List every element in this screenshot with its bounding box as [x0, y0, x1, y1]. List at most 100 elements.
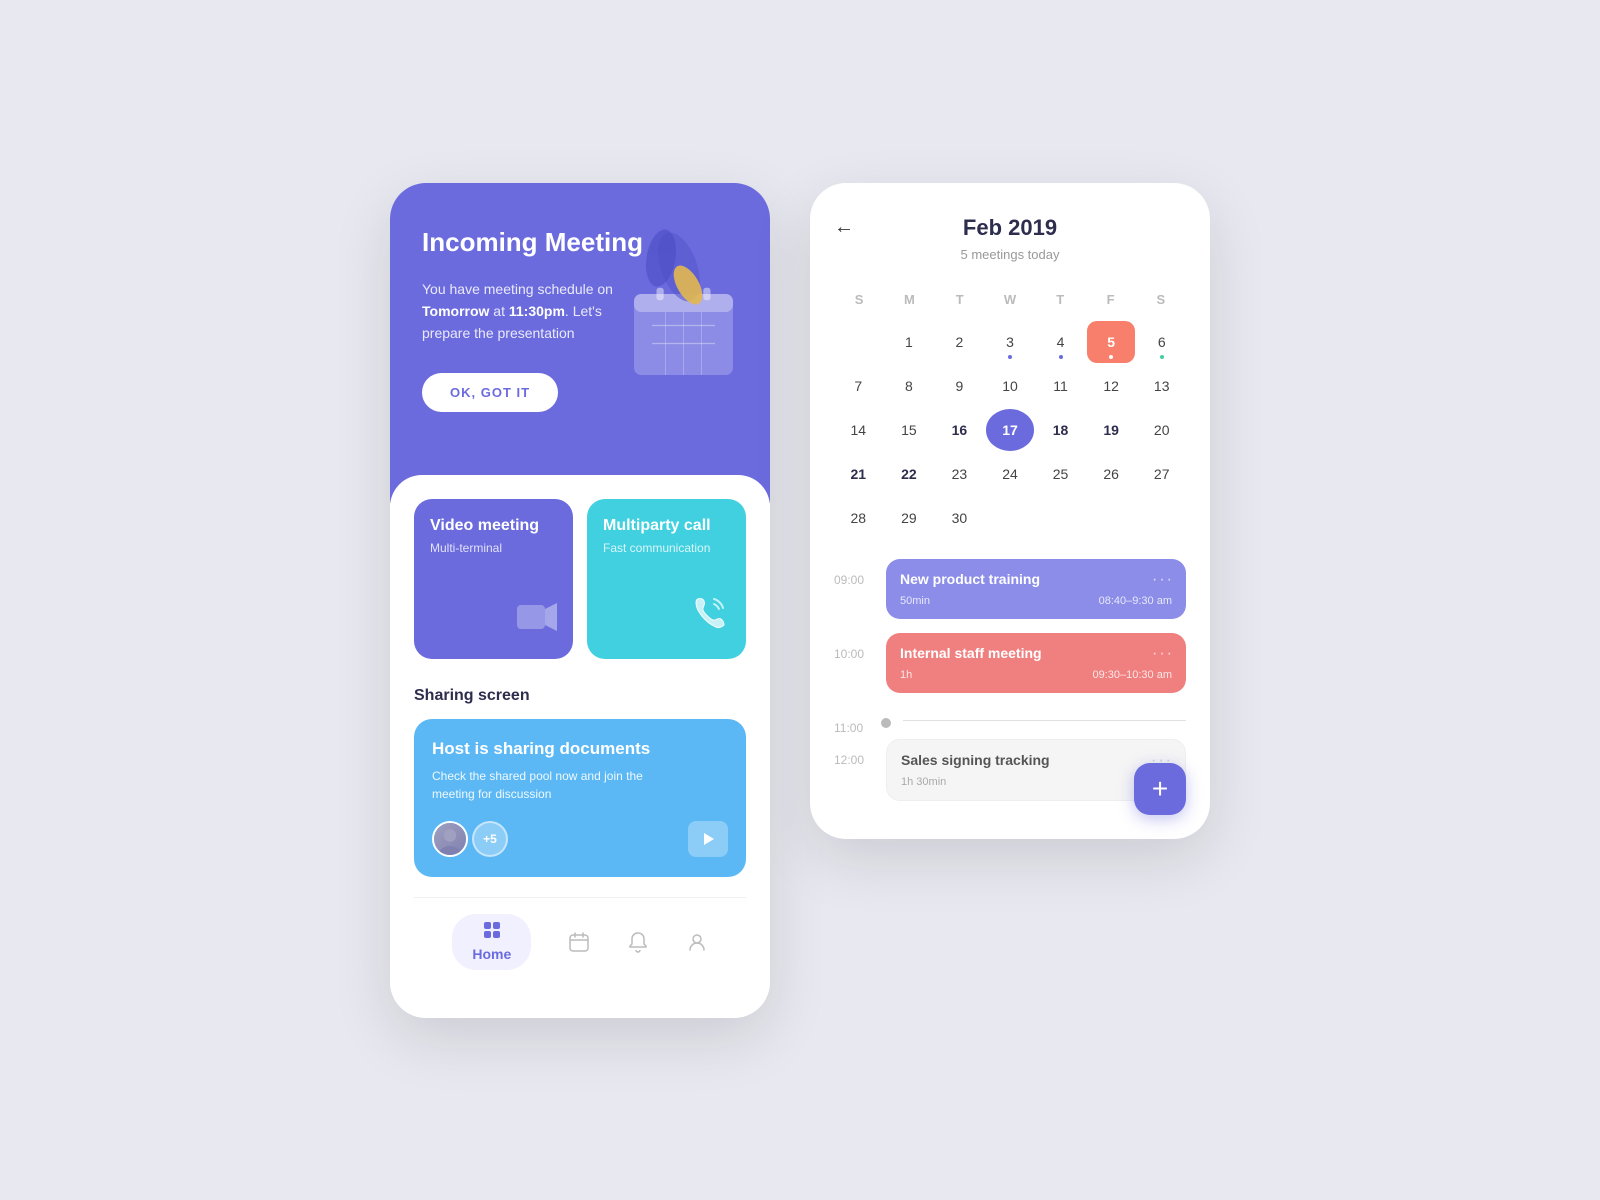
nav-calendar[interactable] [568, 931, 590, 953]
event-dots-2[interactable]: ··· [1152, 645, 1174, 663]
calendar-grid: 1 2 3 4 5 6 7 8 9 10 11 12 13 14 15 16 1… [834, 321, 1186, 539]
cal-day-2[interactable]: 2 [935, 321, 984, 363]
time-label-1000: 10:00 [834, 633, 874, 661]
weekday-s2: S [1136, 286, 1186, 313]
calendar-header: ← Feb 2019 [834, 215, 1186, 241]
sharing-footer: +5 [432, 821, 728, 857]
sharing-card-desc: Check the shared pool now and join the m… [432, 767, 672, 803]
app-container: Incoming Meeting You have meeting schedu… [390, 183, 1210, 1018]
event-internal-meeting[interactable]: ··· Internal staff meeting 1h 09:30–10:3… [886, 633, 1186, 693]
incoming-title: Incoming Meeting [422, 227, 738, 258]
event-1-details: 50min 08:40–9:30 am [900, 595, 1172, 607]
desc-text1: You have meeting schedule on [422, 281, 613, 297]
time-label-1200: 12:00 [834, 739, 874, 767]
weekday-s1: S [834, 286, 884, 313]
cal-day-8[interactable]: 8 [885, 365, 934, 407]
weekday-t1: T [935, 286, 985, 313]
phone-body: Video meeting Multi-terminal Multiparty … [390, 475, 770, 1018]
cal-day-1[interactable]: 1 [885, 321, 934, 363]
call-icon [603, 593, 730, 641]
cal-day-28[interactable]: 28 [834, 497, 883, 539]
avatar-1 [432, 821, 468, 857]
cal-day-18[interactable]: 18 [1036, 409, 1085, 451]
cal-day-16[interactable]: 16 [935, 409, 984, 451]
cal-day-30[interactable]: 30 [935, 497, 984, 539]
cal-day-empty3 [1036, 497, 1085, 539]
nav-home[interactable]: Home [452, 914, 531, 970]
cal-day-26[interactable]: 26 [1087, 453, 1136, 495]
right-phone: ← Feb 2019 5 meetings today S M T W T F … [810, 183, 1210, 839]
bottom-nav: Home [414, 897, 746, 994]
nav-notifications[interactable] [627, 931, 649, 953]
weekday-m: M [884, 286, 934, 313]
cal-day-5[interactable]: 5 [1087, 321, 1136, 363]
cal-day-21[interactable]: 21 [834, 453, 883, 495]
cal-day-13[interactable]: 13 [1137, 365, 1186, 407]
desc-bold: Tomorrow [422, 303, 489, 319]
event-2-details: 1h 09:30–10:30 am [900, 669, 1172, 681]
cal-day-17[interactable]: 17 [986, 409, 1035, 451]
sharing-section: Sharing screen Host is sharing documents… [414, 687, 746, 877]
cal-day-24[interactable]: 24 [986, 453, 1035, 495]
cal-day-19[interactable]: 19 [1087, 409, 1136, 451]
cal-day-3[interactable]: 3 [986, 321, 1035, 363]
cal-day-20[interactable]: 20 [1137, 409, 1186, 451]
back-arrow[interactable]: ← [834, 216, 854, 239]
cal-day-22[interactable]: 22 [885, 453, 934, 495]
meeting-cards: Video meeting Multi-terminal Multiparty … [414, 499, 746, 659]
cal-day-12[interactable]: 12 [1087, 365, 1136, 407]
event-2-name: Internal staff meeting [900, 645, 1172, 661]
sharing-card-title: Host is sharing documents [432, 739, 728, 759]
event-1-time: 08:40–9:30 am [1099, 595, 1172, 607]
calendar-month: Feb 2019 [963, 215, 1057, 241]
multiparty-call-card[interactable]: Multiparty call Fast communication [587, 499, 746, 659]
cal-day-27[interactable]: 27 [1137, 453, 1186, 495]
cal-day-15[interactable]: 15 [885, 409, 934, 451]
cal-day-empty1 [834, 321, 883, 363]
left-phone: Incoming Meeting You have meeting schedu… [390, 183, 770, 1018]
video-meeting-sub: Multi-terminal [430, 541, 557, 555]
cal-day-empty4 [1087, 497, 1136, 539]
sharing-section-title: Sharing screen [414, 687, 746, 705]
calendar-nav-icon [568, 931, 590, 953]
cal-day-14[interactable]: 14 [834, 409, 883, 451]
time-label-0900: 09:00 [834, 559, 874, 587]
nav-profile[interactable] [686, 931, 708, 953]
cal-day-7[interactable]: 7 [834, 365, 883, 407]
timeline-line [903, 720, 1186, 721]
calendar-subtitle: 5 meetings today [834, 247, 1186, 262]
fab-add-button[interactable]: + [1134, 763, 1186, 815]
event-dots-1[interactable]: ··· [1152, 571, 1174, 589]
sharing-card[interactable]: Host is sharing documents Check the shar… [414, 719, 746, 877]
phone-header: Incoming Meeting You have meeting schedu… [390, 183, 770, 503]
cal-day-4[interactable]: 4 [1036, 321, 1085, 363]
cal-day-6[interactable]: 6 [1137, 321, 1186, 363]
cal-day-29[interactable]: 29 [885, 497, 934, 539]
event-1-duration: 50min [900, 595, 930, 607]
cal-day-9[interactable]: 9 [935, 365, 984, 407]
cal-day-empty5 [1137, 497, 1186, 539]
event-2-duration: 1h [900, 669, 912, 681]
cal-day-25[interactable]: 25 [1036, 453, 1085, 495]
desc-time: 11:30pm [509, 303, 565, 319]
event-3-details: 1h 30min 11:30– [901, 776, 1171, 788]
event-1-name: New product training [900, 571, 1172, 587]
cal-day-23[interactable]: 23 [935, 453, 984, 495]
cal-day-empty2 [986, 497, 1035, 539]
video-icon [430, 601, 557, 641]
avatar-count: +5 [472, 821, 508, 857]
cal-day-11[interactable]: 11 [1036, 365, 1085, 407]
video-meeting-card[interactable]: Video meeting Multi-terminal [414, 499, 573, 659]
event-3-duration: 1h 30min [901, 776, 946, 788]
cal-day-10[interactable]: 10 [986, 365, 1035, 407]
time-slot-1000: 10:00 ··· Internal staff meeting 1h 09:3… [834, 633, 1186, 693]
event-new-product-training[interactable]: ··· New product training 50min 08:40–9:3… [886, 559, 1186, 619]
avatars-group: +5 [432, 821, 508, 857]
multiparty-title: Multiparty call [603, 517, 730, 535]
play-button[interactable] [688, 821, 728, 857]
schedule-section: 09:00 ··· New product training 50min 08:… [834, 559, 1186, 801]
right-phone-wrapper: ← Feb 2019 5 meetings today S M T W T F … [810, 183, 1210, 839]
ok-button[interactable]: OK, GOT IT [422, 373, 558, 412]
weekday-f: F [1085, 286, 1135, 313]
video-meeting-title: Video meeting [430, 517, 557, 535]
